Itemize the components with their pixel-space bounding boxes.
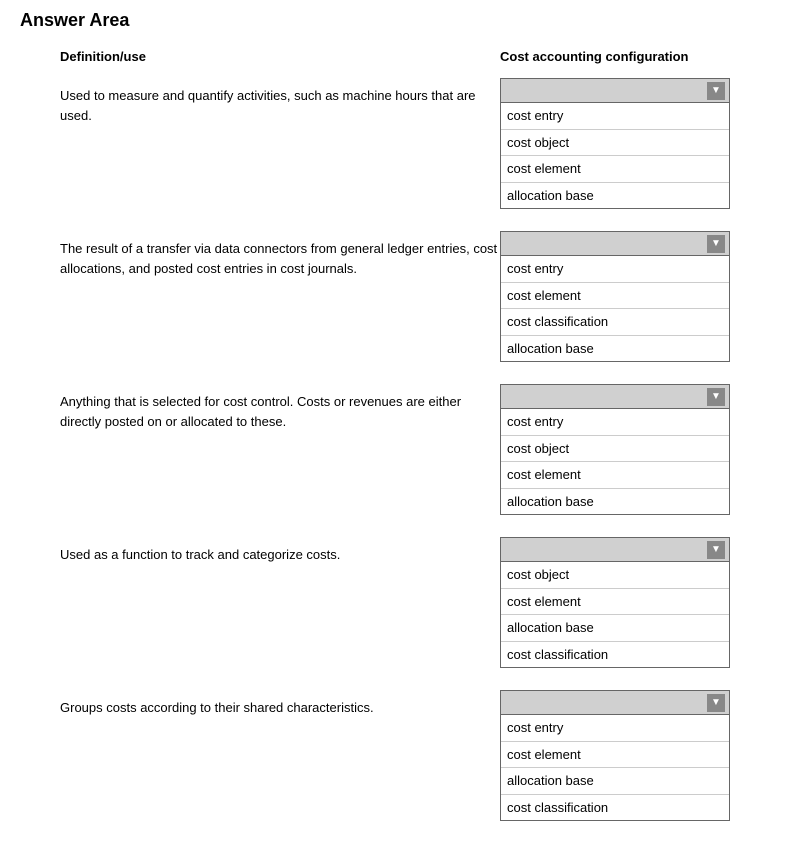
dropdown-header-2[interactable]: ▼ [501, 232, 729, 256]
column-header-config: Cost accounting configuration [500, 49, 760, 64]
dropdown-options-2: cost entrycost elementcost classificatio… [501, 256, 729, 361]
dropdown-option-5-3[interactable]: allocation base [501, 768, 729, 795]
dropdown-option-2-2[interactable]: cost element [501, 283, 729, 310]
dropdown-5[interactable]: ▼ cost entrycost elementallocation baseco… [500, 690, 730, 821]
definition-text-5: Groups costs according to their shared c… [20, 690, 500, 718]
dropdown-option-5-2[interactable]: cost element [501, 742, 729, 769]
definition-text-4: Used as a function to track and categori… [20, 537, 500, 565]
qa-row-3: Anything that is selected for cost contr… [20, 384, 788, 515]
dropdown-arrow-icon-5: ▼ [707, 694, 725, 712]
dropdown-header-5[interactable]: ▼ [501, 691, 729, 715]
dropdown-arrow-icon-2: ▼ [707, 235, 725, 253]
dropdown-option-3-4[interactable]: allocation base [501, 489, 729, 515]
dropdown-option-4-4[interactable]: cost classification [501, 642, 729, 668]
dropdown-option-3-3[interactable]: cost element [501, 462, 729, 489]
dropdown-option-2-3[interactable]: cost classification [501, 309, 729, 336]
dropdown-header-3[interactable]: ▼ [501, 385, 729, 409]
dropdown-options-4: cost objectcost elementallocation baseco… [501, 562, 729, 667]
dropdown-4[interactable]: ▼ cost objectcost elementallocation basec… [500, 537, 730, 668]
dropdown-option-2-4[interactable]: allocation base [501, 336, 729, 362]
qa-row-1: Used to measure and quantify activities,… [20, 78, 788, 209]
dropdown-option-5-4[interactable]: cost classification [501, 795, 729, 821]
qa-row-2: The result of a transfer via data connec… [20, 231, 788, 362]
dropdown-option-5-1[interactable]: cost entry [501, 715, 729, 742]
dropdown-option-4-3[interactable]: allocation base [501, 615, 729, 642]
column-header-definition: Definition/use [20, 49, 500, 64]
definition-text-1: Used to measure and quantify activities,… [20, 78, 500, 125]
page-title: Answer Area [20, 10, 788, 31]
dropdown-option-1-2[interactable]: cost object [501, 130, 729, 157]
dropdown-header-4[interactable]: ▼ [501, 538, 729, 562]
dropdown-option-1-1[interactable]: cost entry [501, 103, 729, 130]
dropdown-option-3-2[interactable]: cost object [501, 436, 729, 463]
dropdown-options-3: cost entrycost objectcost elementallocat… [501, 409, 729, 514]
dropdown-arrow-icon-1: ▼ [707, 82, 725, 100]
dropdown-option-1-3[interactable]: cost element [501, 156, 729, 183]
definition-text-3: Anything that is selected for cost contr… [20, 384, 500, 431]
dropdown-2[interactable]: ▼ cost entrycost elementcost classificati… [500, 231, 730, 362]
dropdown-1[interactable]: ▼ cost entrycost objectcost elementalloca… [500, 78, 730, 209]
dropdown-option-4-1[interactable]: cost object [501, 562, 729, 589]
dropdown-option-1-4[interactable]: allocation base [501, 183, 729, 209]
dropdown-option-3-1[interactable]: cost entry [501, 409, 729, 436]
qa-row-5: Groups costs according to their shared c… [20, 690, 788, 821]
dropdown-3[interactable]: ▼ cost entrycost objectcost elementalloca… [500, 384, 730, 515]
dropdown-arrow-icon-4: ▼ [707, 541, 725, 559]
dropdown-header-1[interactable]: ▼ [501, 79, 729, 103]
dropdown-arrow-icon-3: ▼ [707, 388, 725, 406]
qa-row-4: Used as a function to track and categori… [20, 537, 788, 668]
dropdown-option-2-1[interactable]: cost entry [501, 256, 729, 283]
dropdown-options-5: cost entrycost elementallocation basecos… [501, 715, 729, 820]
definition-text-2: The result of a transfer via data connec… [20, 231, 500, 278]
dropdown-options-1: cost entrycost objectcost elementallocat… [501, 103, 729, 208]
dropdown-option-4-2[interactable]: cost element [501, 589, 729, 616]
